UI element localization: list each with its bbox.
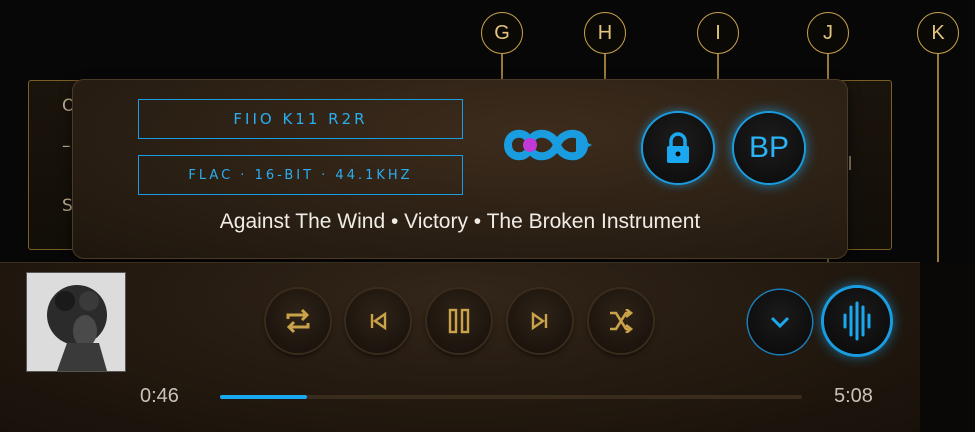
output-device-label: FIIO K11 R2R (138, 99, 463, 139)
pause-icon (448, 308, 470, 334)
skip-previous-icon (370, 311, 387, 331)
waveform-icon (843, 301, 871, 341)
shuffle-button[interactable] (589, 289, 653, 353)
skip-next-icon (531, 311, 548, 331)
chevron-down-icon (770, 316, 790, 328)
visualizer-button[interactable] (824, 288, 890, 354)
player-bar-edge (920, 262, 975, 431)
elapsed-time: 0:46 (140, 385, 179, 407)
callout-i: I (697, 12, 739, 54)
callout-h: H (584, 12, 626, 54)
album-art-portrait (27, 273, 125, 371)
total-duration: 5:08 (834, 385, 873, 407)
bitperfect-button[interactable]: BP (734, 113, 804, 183)
album-art[interactable] (27, 273, 125, 371)
audio-format-label: FLAC · 16-BIT · 44.1KHZ (138, 155, 463, 195)
callout-g: G (481, 12, 523, 54)
progress-bar[interactable] (220, 395, 802, 399)
next-button[interactable] (508, 289, 572, 353)
lock-icon (667, 132, 689, 163)
repeat-button[interactable] (266, 289, 330, 353)
repeat-icon (286, 308, 310, 334)
output-lock-button[interactable] (643, 113, 713, 183)
callout-k: K (917, 12, 959, 54)
progress-fill (220, 395, 308, 399)
shuffle-icon (610, 309, 634, 333)
previous-button[interactable] (346, 289, 410, 353)
pause-button[interactable] (427, 289, 491, 353)
callout-j: J (807, 12, 849, 54)
infinity-play-icon (500, 118, 614, 172)
track-info-text: Against The Wind • Victory • The Broken … (219, 210, 701, 233)
collapse-button[interactable] (748, 290, 812, 354)
